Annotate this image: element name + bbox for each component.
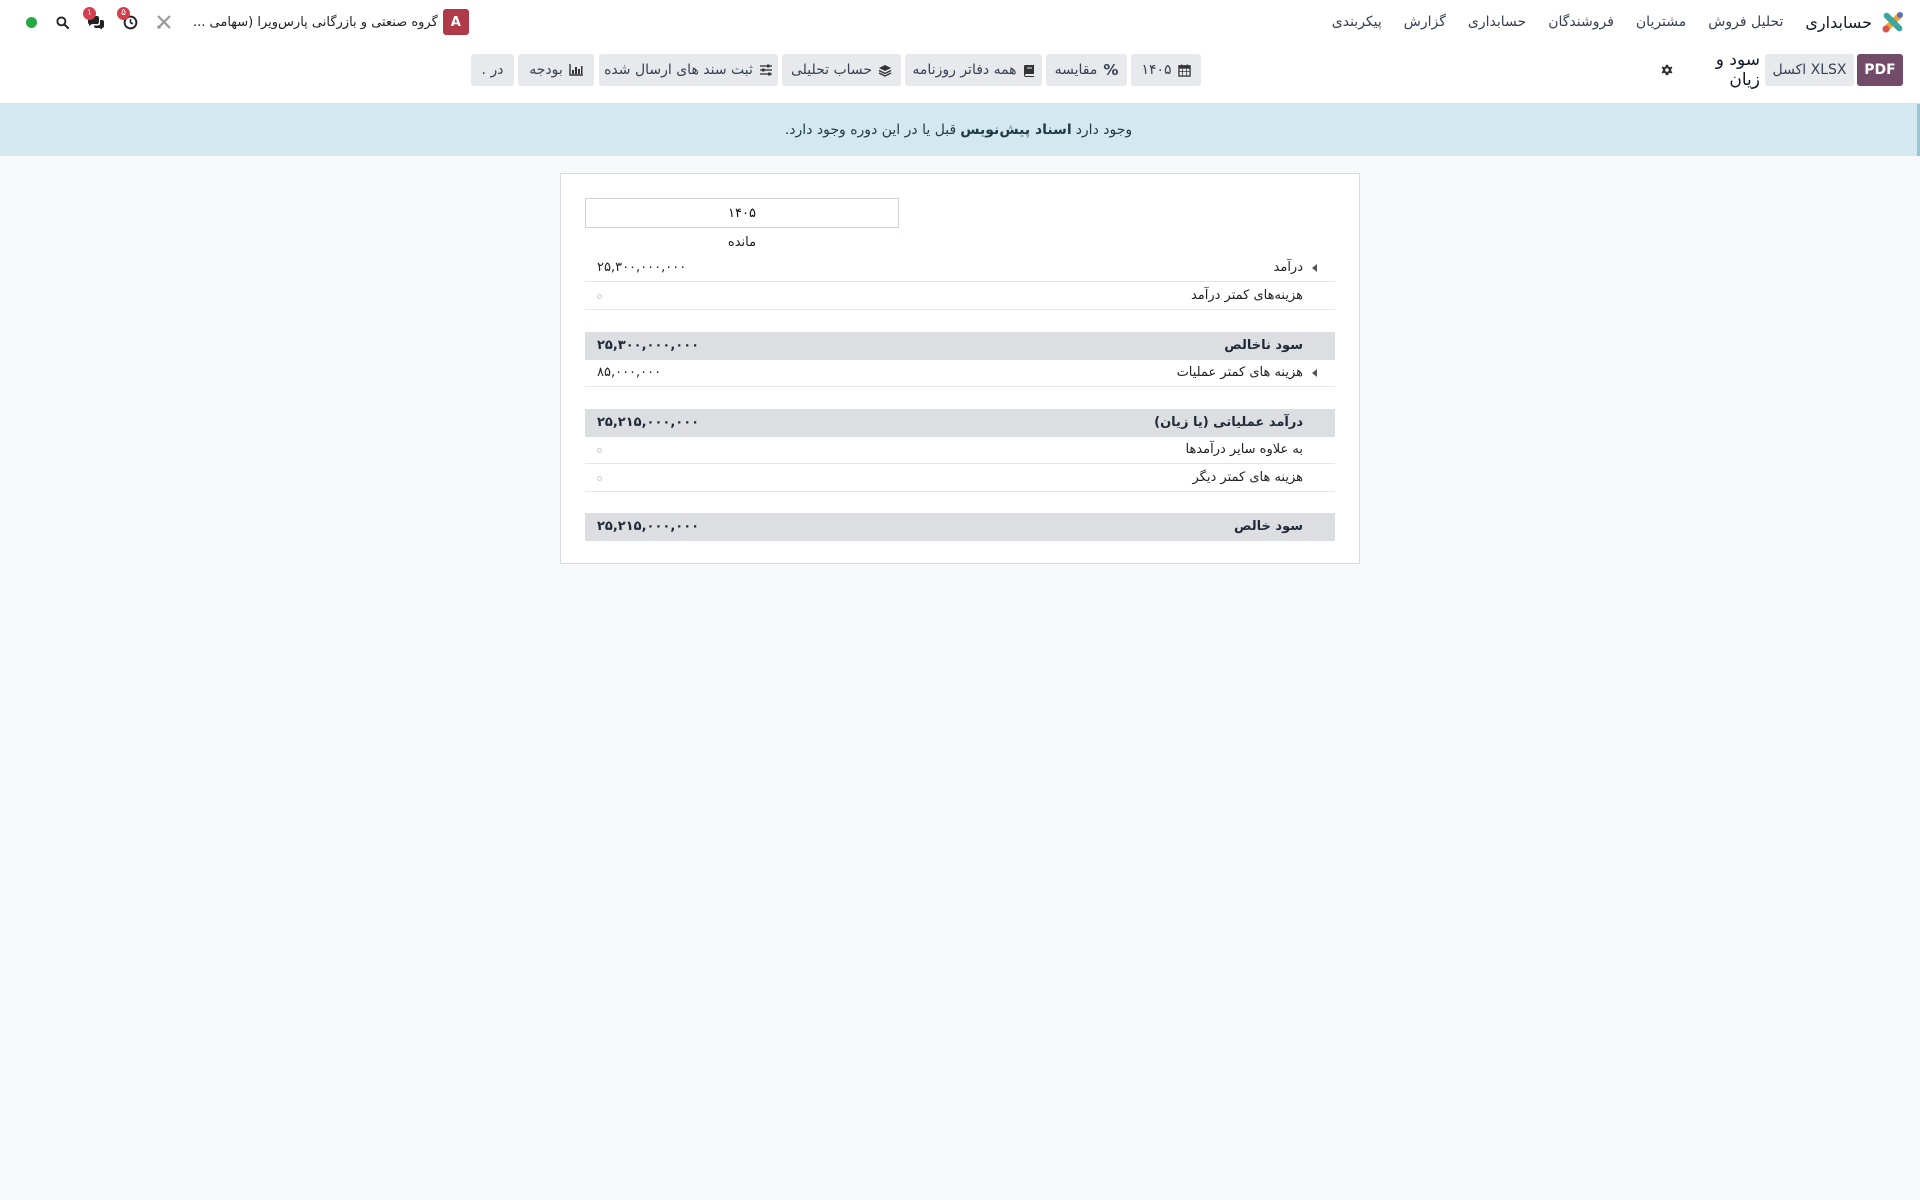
filter-period-label: ۱۴۰۵ xyxy=(1141,62,1172,78)
activity-clock-icon[interactable]: ۵ xyxy=(117,7,139,31)
row-net-profit: سود خالص ۲۵,۲۱۵,۰۰۰,۰۰۰ xyxy=(585,513,1335,541)
row-cost-of-revenue: هزینه‌های کمتر درآمد xyxy=(585,282,1335,310)
row-label: سود ناخالص xyxy=(1224,338,1303,353)
filter-budget-label: بودجه xyxy=(529,62,563,78)
book-icon xyxy=(1023,64,1035,77)
draft-entries-alert: وجود دارد اسناد پیش‌نویس قبل یا در این د… xyxy=(0,104,1920,156)
percent-icon: % xyxy=(1103,61,1119,79)
debug-tools-icon[interactable] xyxy=(155,13,173,31)
layers-icon xyxy=(878,64,892,77)
row-value[interactable]: ۲۵,۳۰۰,۰۰۰,۰۰۰ xyxy=(597,254,686,281)
chat-badge: ۱ xyxy=(83,7,96,20)
page-title: سود و زیان xyxy=(1715,50,1760,90)
profit-loss-report: ۱۴۰۵ مانده درآمد ۲۵,۳۰۰,۰۰۰,۰۰۰ هزینه‌ها… xyxy=(560,173,1360,564)
filter-more-button[interactable]: در . xyxy=(471,54,514,86)
search-icon[interactable] xyxy=(53,13,71,31)
company-switcher[interactable]: گروه صنعتی و بازرگانی پارس‌ویرا (سهامی .… xyxy=(193,15,438,30)
row-operating-income: درآمد عملیاتی (یا زیان) ۲۵,۲۱۵,۰۰۰,۰۰۰ xyxy=(585,409,1335,437)
menu-vendors[interactable]: فروشندگان xyxy=(1548,14,1614,30)
page-title-wrap: سود و زیان xyxy=(1660,50,1760,90)
expand-caret-icon[interactable] xyxy=(1312,369,1317,377)
top-navbar: حسابداری تحلیل فروش مشتریان فروشندگان حس… xyxy=(0,0,1920,44)
sliders-icon xyxy=(759,64,773,76)
alert-suffix: قبل یا در این دوره وجود دارد. xyxy=(784,122,957,138)
row-value: ۲۵,۳۰۰,۰۰۰,۰۰۰ xyxy=(597,338,700,353)
menu-sales-analysis[interactable]: تحلیل فروش xyxy=(1708,14,1783,30)
filter-journals-button[interactable]: همه دفاتر روزنامه xyxy=(905,54,1042,86)
chat-icon[interactable]: ۱ xyxy=(83,7,105,31)
pdf-button-label: PDF xyxy=(1864,62,1896,78)
row-label: هزینه های کمتر دیگر xyxy=(1192,470,1304,485)
row-value[interactable]: ۸۵,۰۰۰,۰۰۰ xyxy=(597,359,661,386)
filter-more-label: در . xyxy=(481,62,504,78)
alert-prefix: وجود دارد xyxy=(1075,122,1133,138)
filter-period-button[interactable]: ۱۴۰۵ xyxy=(1131,54,1201,86)
menu-configuration[interactable]: پیکربندی xyxy=(1332,14,1382,30)
xlsx-button-label: XLSX اکسل xyxy=(1772,62,1847,78)
app-logo-icon[interactable] xyxy=(1880,9,1906,35)
filter-comparison-label: مقایسه xyxy=(1054,62,1098,78)
row-gross-profit: سود ناخالص ۲۵,۳۰۰,۰۰۰,۰۰۰ xyxy=(585,332,1335,360)
filter-budget-button[interactable]: بودجه xyxy=(518,54,594,86)
activity-badge: ۵ xyxy=(117,7,130,20)
zero-value-dot xyxy=(597,294,602,299)
xlsx-button[interactable]: XLSX اکسل xyxy=(1765,54,1854,86)
column-header: ۱۴۰۵ xyxy=(585,198,899,228)
gear-icon[interactable] xyxy=(1660,63,1674,77)
filter-journals-label: همه دفاتر روزنامه xyxy=(912,62,1017,78)
status-dot xyxy=(26,16,37,28)
row-operating-expenses[interactable]: هزینه های کمتر عملیات ۸۵,۰۰۰,۰۰۰ xyxy=(585,359,1335,387)
row-label: هزینه های کمتر عملیات xyxy=(1176,365,1303,380)
row-label: درآمد عملیاتی (یا زیان) xyxy=(1154,415,1303,430)
row-label: درآمد xyxy=(1273,260,1303,275)
filter-posted-label: ثبت سند های ارسال شده xyxy=(604,62,753,78)
control-panel: PDF XLSX اکسل سود و زیان ۱۴۰۵ % مقایسه ه… xyxy=(0,44,1920,104)
row-other-expenses: هزینه های کمتر دیگر xyxy=(585,464,1335,492)
filter-posted-button[interactable]: ثبت سند های ارسال شده xyxy=(599,54,778,86)
row-label: هزینه‌های کمتر درآمد xyxy=(1190,288,1303,303)
calendar-icon xyxy=(1177,63,1191,77)
row-revenue[interactable]: درآمد ۲۵,۳۰۰,۰۰۰,۰۰۰ xyxy=(585,254,1335,282)
alert-draft-link[interactable]: اسناد پیش‌نویس xyxy=(960,122,1071,138)
filter-analytic-button[interactable]: حساب تحلیلی xyxy=(782,54,901,86)
row-value: ۲۵,۲۱۵,۰۰۰,۰۰۰ xyxy=(597,519,700,534)
systray: ۱ ۵ گروه صنعتی و بازرگانی پارس‌ویرا (سها… xyxy=(14,7,469,35)
column-subheader: مانده xyxy=(727,234,757,250)
row-label: سود خالص xyxy=(1234,519,1303,534)
row-value: ۲۵,۲۱۵,۰۰۰,۰۰۰ xyxy=(597,415,700,430)
app-name[interactable]: حسابداری xyxy=(1805,13,1872,32)
pdf-button[interactable]: PDF xyxy=(1857,54,1903,86)
filter-analytic-label: حساب تحلیلی xyxy=(790,62,873,78)
user-avatar[interactable]: A xyxy=(442,9,469,35)
bar-chart-icon xyxy=(569,64,583,76)
menu-customers[interactable]: مشتریان xyxy=(1636,14,1686,30)
menu-accounting[interactable]: حسابداری xyxy=(1468,14,1526,30)
menu-reporting[interactable]: گزارش xyxy=(1404,14,1446,30)
row-other-income: به علاوه سایر درآمدها xyxy=(585,436,1335,464)
zero-value-dot xyxy=(597,448,602,453)
row-label: به علاوه سایر درآمدها xyxy=(1185,442,1303,457)
zero-value-dot xyxy=(597,476,602,481)
expand-caret-icon[interactable] xyxy=(1312,264,1317,272)
filter-comparison-button[interactable]: % مقایسه xyxy=(1046,54,1127,86)
